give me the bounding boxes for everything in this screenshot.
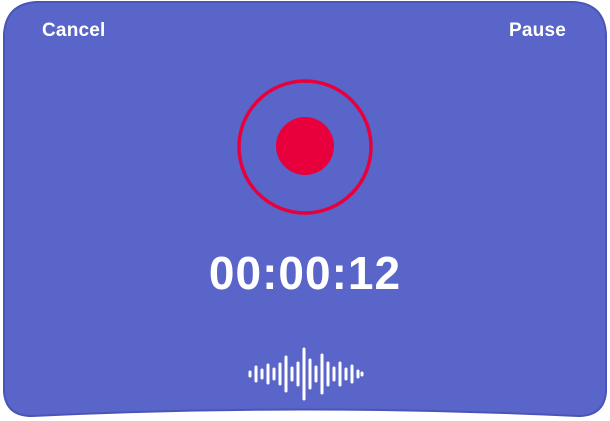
record-icon	[237, 79, 373, 215]
recording-screen: Cancel Pause 00:00:12	[0, 0, 610, 421]
cancel-button[interactable]: Cancel	[42, 20, 106, 42]
audio-waveform	[248, 343, 364, 405]
pause-button[interactable]: Pause	[509, 20, 566, 42]
record-button[interactable]	[236, 78, 374, 216]
waveform-icon	[248, 347, 364, 401]
elapsed-timer: 00:00:12	[208, 247, 402, 299]
